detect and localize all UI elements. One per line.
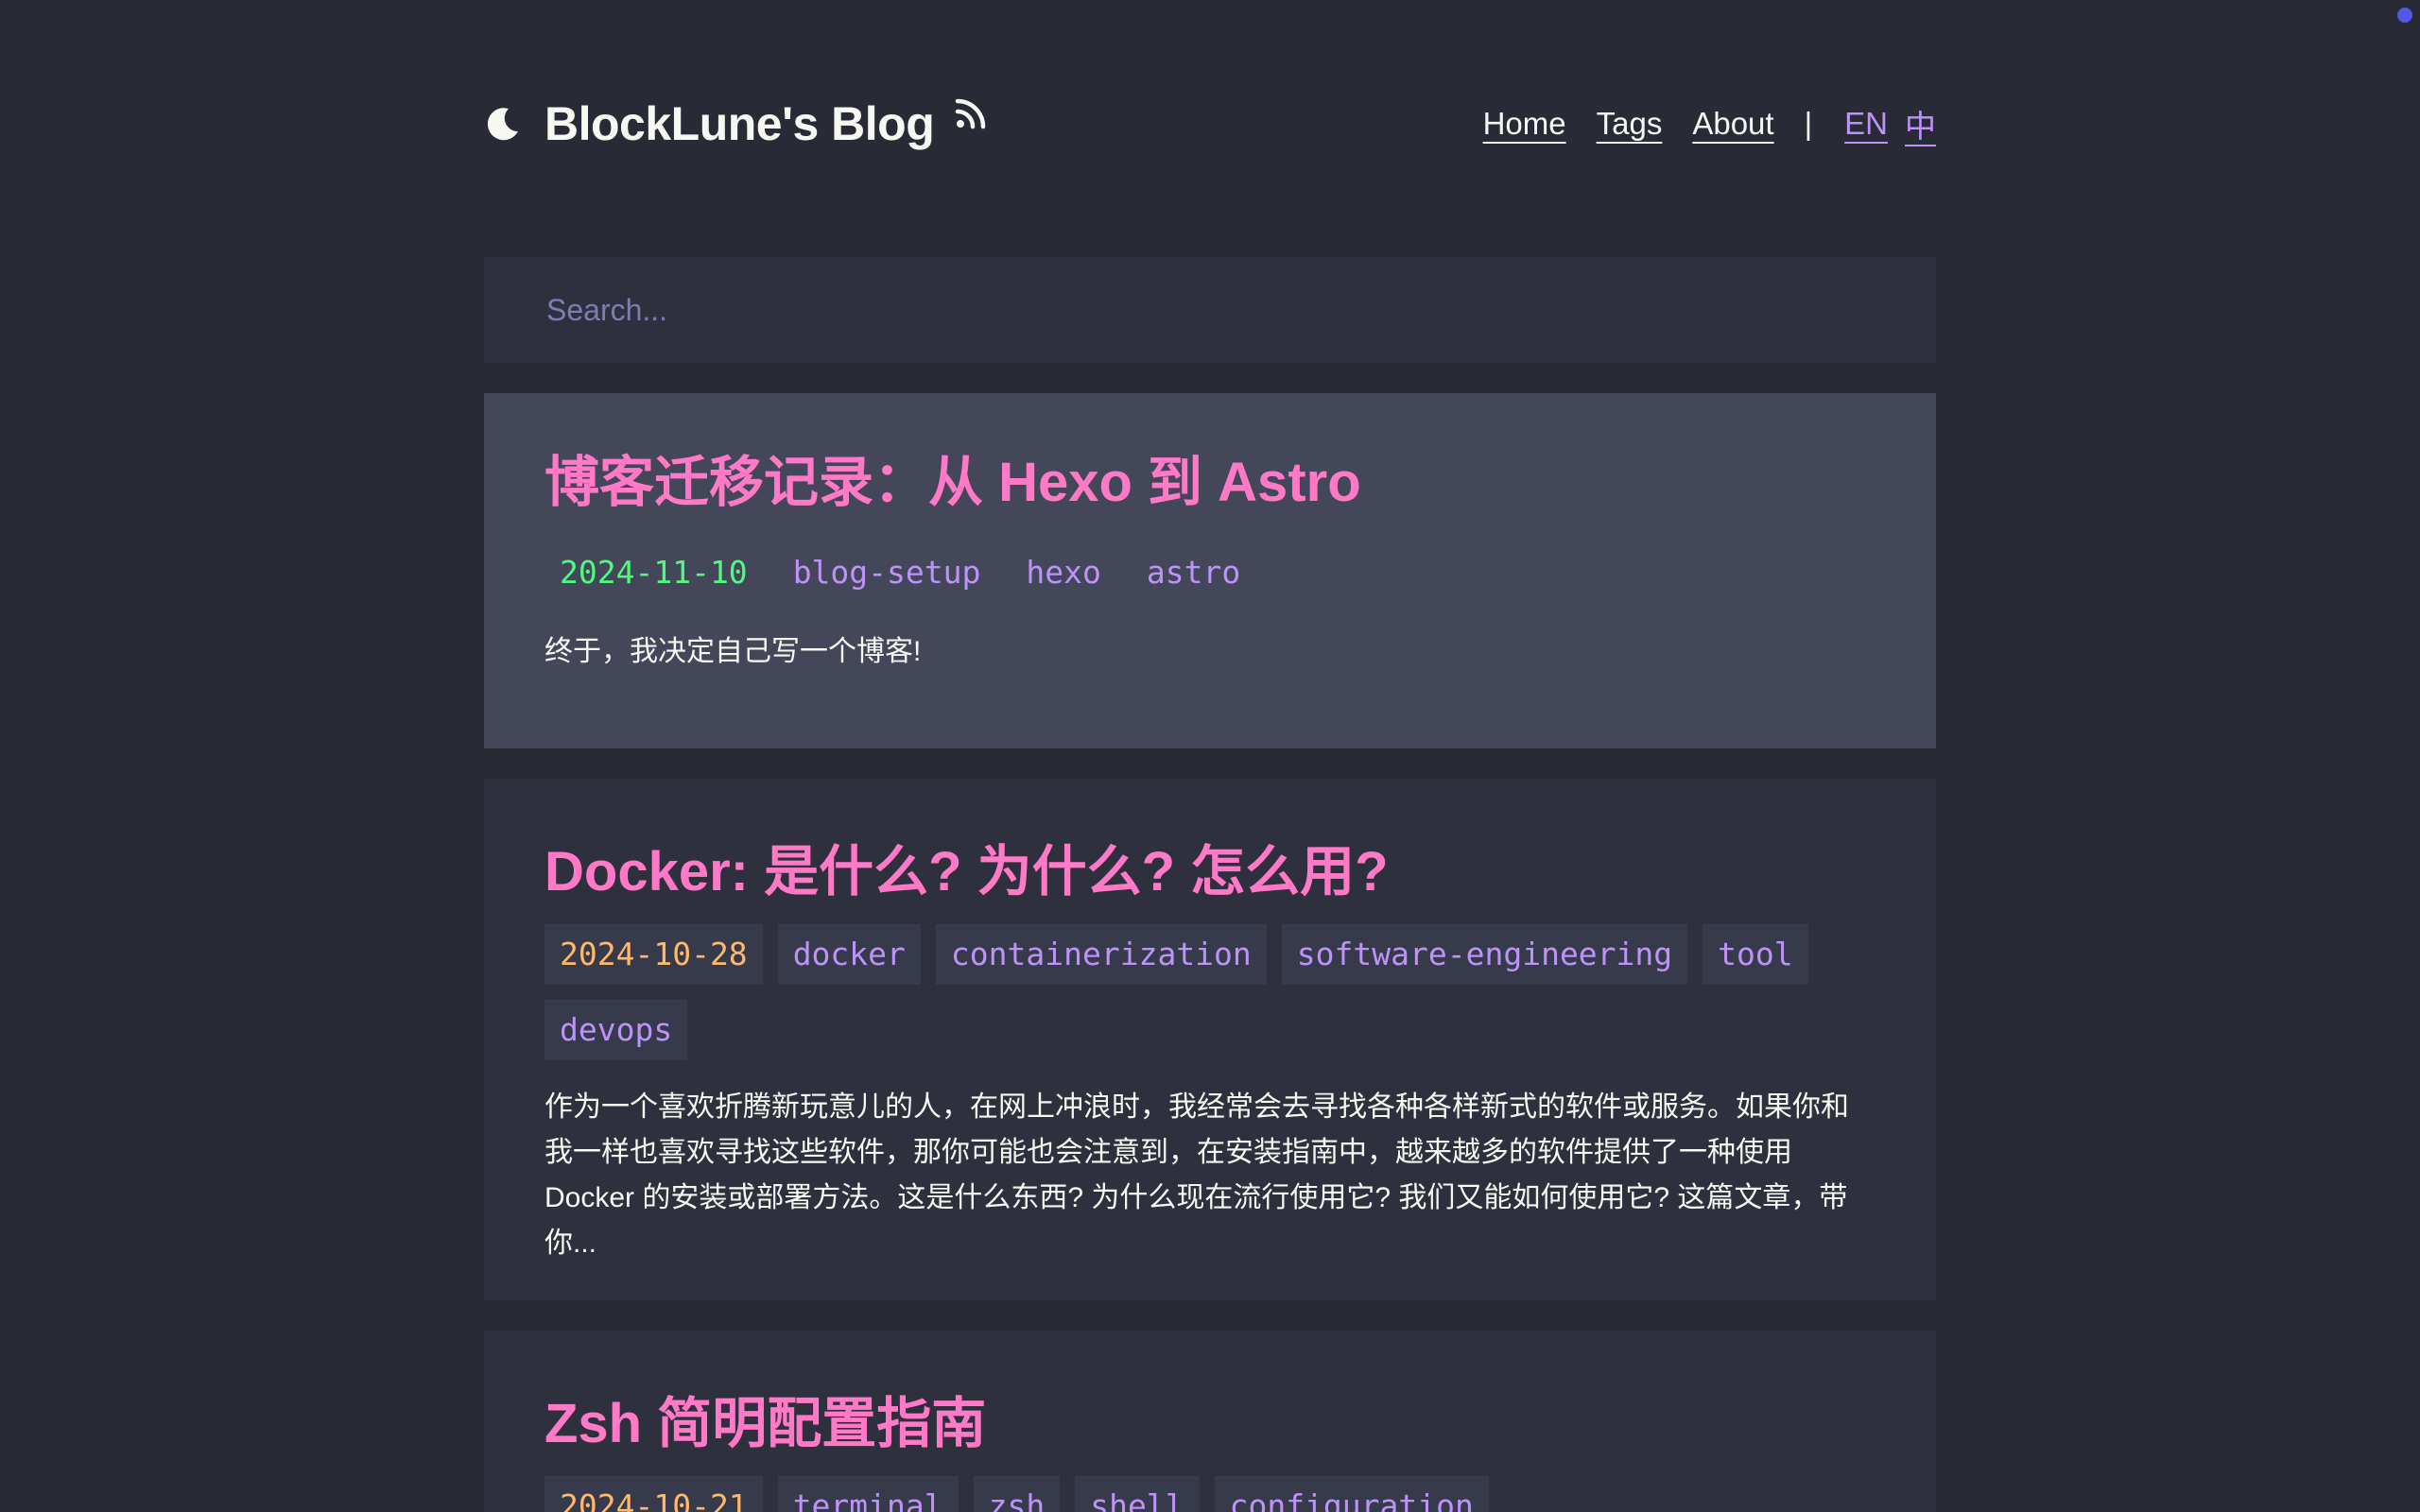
post-card[interactable]: Docker: 是什么? 为什么? 怎么用? 2024-10-28 docker… [484,779,1936,1300]
nav-separator: | [1804,106,1813,141]
post-date: 2024-11-10 [560,554,748,591]
main-nav: Home Tags About | EN 中 [1483,91,1936,157]
tag-chip[interactable]: containerization [935,924,1267,985]
search-input[interactable] [544,291,1876,329]
tag-chip[interactable]: docker [777,924,921,985]
post-meta: 2024-10-28 docker containerization softw… [544,924,1876,1075]
nav-tags-link[interactable]: Tags [1597,106,1663,142]
page: BlockLune's Blog Home Tags About | EN 中 [0,0,2420,1512]
tag-chip[interactable]: software-engineering [1281,924,1688,985]
nav-home-link[interactable]: Home [1483,106,1566,142]
tag-chip[interactable]: zsh [973,1476,1061,1512]
post-date: 2024-10-28 [544,924,763,985]
tag-chip[interactable]: blog-setup [778,542,996,603]
post-meta: 2024-10-21 terminal zsh shell configurat… [544,1476,1876,1512]
lang-en-link[interactable]: EN [1844,106,1888,142]
post-title[interactable]: Docker: 是什么? 为什么? 怎么用? [544,845,1389,900]
tag-chip[interactable]: terminal [777,1476,959,1512]
tag-chip[interactable]: hexo [1011,542,1115,603]
brand: BlockLune's Blog [484,91,987,157]
search-box [484,257,1936,363]
status-dot [2397,8,2412,23]
post-title[interactable]: Zsh 简明配置指南 [544,1397,986,1452]
tag-chip[interactable]: tool [1703,924,1808,985]
site-title[interactable]: BlockLune's Blog [544,96,935,151]
post-card[interactable]: Zsh 简明配置指南 2024-10-21 terminal zsh shell… [484,1331,1936,1512]
site-header: BlockLune's Blog Home Tags About | EN 中 [484,91,1936,157]
tag-chip[interactable]: shell [1075,1476,1200,1512]
post-excerpt: 终于，我决定自己写一个博客! [544,636,922,667]
moon-icon[interactable] [484,105,522,143]
rss-icon[interactable] [955,97,987,129]
tag-chip[interactable]: devops [544,1000,688,1060]
lang-zh-link[interactable]: 中 [1905,101,1936,146]
nav-about-link[interactable]: About [1692,106,1773,142]
post-excerpt: 作为一个喜欢折腾新玩意儿的人，在网上冲浪时，我经常会去寻找各种各样新式的软件或服… [544,1091,1849,1259]
post-card[interactable]: 博客迁移记录：从 Hexo 到 Astro 2024-11-10 blog-se… [484,393,1936,748]
post-title[interactable]: 博客迁移记录：从 Hexo 到 Astro [544,455,1361,510]
tag-chip[interactable]: configuration [1214,1476,1489,1512]
tag-chip[interactable]: astro [1132,542,1255,603]
post-date: 2024-10-21 [544,1476,763,1512]
post-meta: 2024-11-10 blog-setup hexo astro [544,542,1876,618]
